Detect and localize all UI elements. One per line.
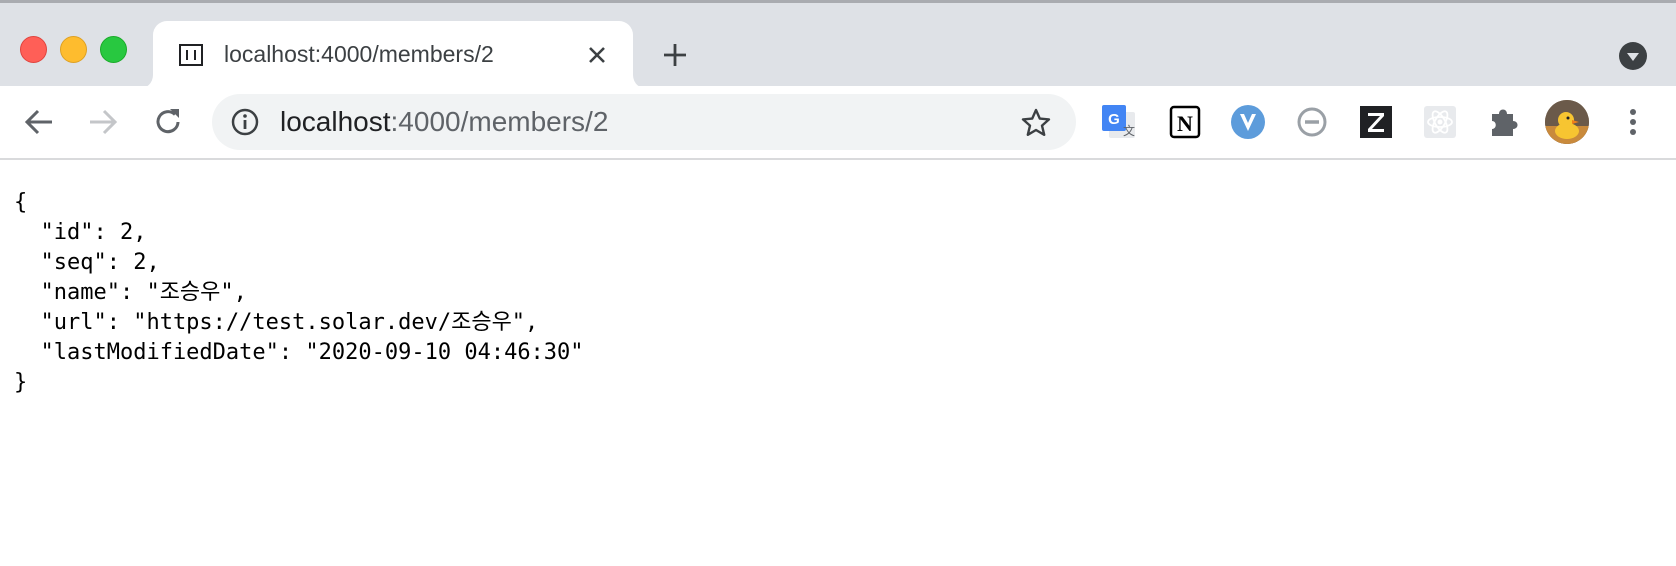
tab-title: localhost:4000/members/2 [224, 41, 494, 67]
page-favicon-icon [179, 44, 203, 66]
kebab-menu-icon[interactable] [1618, 104, 1648, 140]
chevron-down-icon[interactable] [1618, 41, 1648, 71]
svg-text:N: N [1177, 111, 1193, 136]
json-line-last-modified: "lastModifiedDate": "2020-09-10 04:46:30… [14, 340, 584, 365]
json-line-id: "id": 2, [14, 220, 147, 245]
puzzle-icon[interactable] [1484, 102, 1524, 142]
svg-text:G: G [1108, 111, 1120, 128]
zotero-icon[interactable] [1356, 102, 1396, 142]
star-icon[interactable] [1020, 107, 1052, 139]
notion-icon[interactable]: N [1165, 102, 1205, 142]
json-open-brace: { [14, 190, 28, 215]
close-window-button[interactable] [20, 36, 47, 63]
url-text: localhost:4000/members/2 [280, 106, 609, 137]
vue-devtools-icon[interactable] [1228, 102, 1268, 142]
json-viewer: { "id": 2, "seq": 2, "name": "조승우", "url… [14, 188, 584, 398]
react-devtools-icon[interactable] [1420, 102, 1460, 142]
zoom-window-button[interactable] [100, 36, 127, 63]
google-translate-icon[interactable]: G 文 [1099, 102, 1139, 142]
json-line-seq: "seq": 2, [14, 250, 160, 275]
avatar[interactable] [1545, 100, 1589, 144]
json-line-url: "url": "https://test.solar.dev/조승우", [14, 310, 539, 335]
minimize-window-button[interactable] [60, 36, 87, 63]
new-tab-button[interactable] [660, 40, 690, 70]
tab-strip: localhost:4000/members/2 [0, 0, 1676, 89]
browser-toolbar: localhost:4000/members/2 G 文 N [0, 86, 1676, 160]
duck-avatar-icon [1545, 100, 1589, 144]
close-icon[interactable] [583, 41, 611, 69]
json-line-name: "name": "조승우", [14, 280, 247, 305]
forward-arrow-icon[interactable] [84, 104, 120, 140]
info-icon[interactable] [230, 107, 260, 137]
active-tab[interactable]: localhost:4000/members/2 [153, 21, 633, 89]
page-content: { "id": 2, "seq": 2, "name": "조승우", "url… [0, 160, 1676, 566]
back-arrow-icon[interactable] [22, 104, 58, 140]
reload-icon[interactable] [150, 104, 186, 140]
blocker-icon[interactable] [1292, 102, 1332, 142]
json-close-brace: } [14, 370, 28, 395]
address-bar[interactable]: localhost:4000/members/2 [212, 94, 1076, 150]
svg-text:文: 文 [1123, 123, 1135, 138]
